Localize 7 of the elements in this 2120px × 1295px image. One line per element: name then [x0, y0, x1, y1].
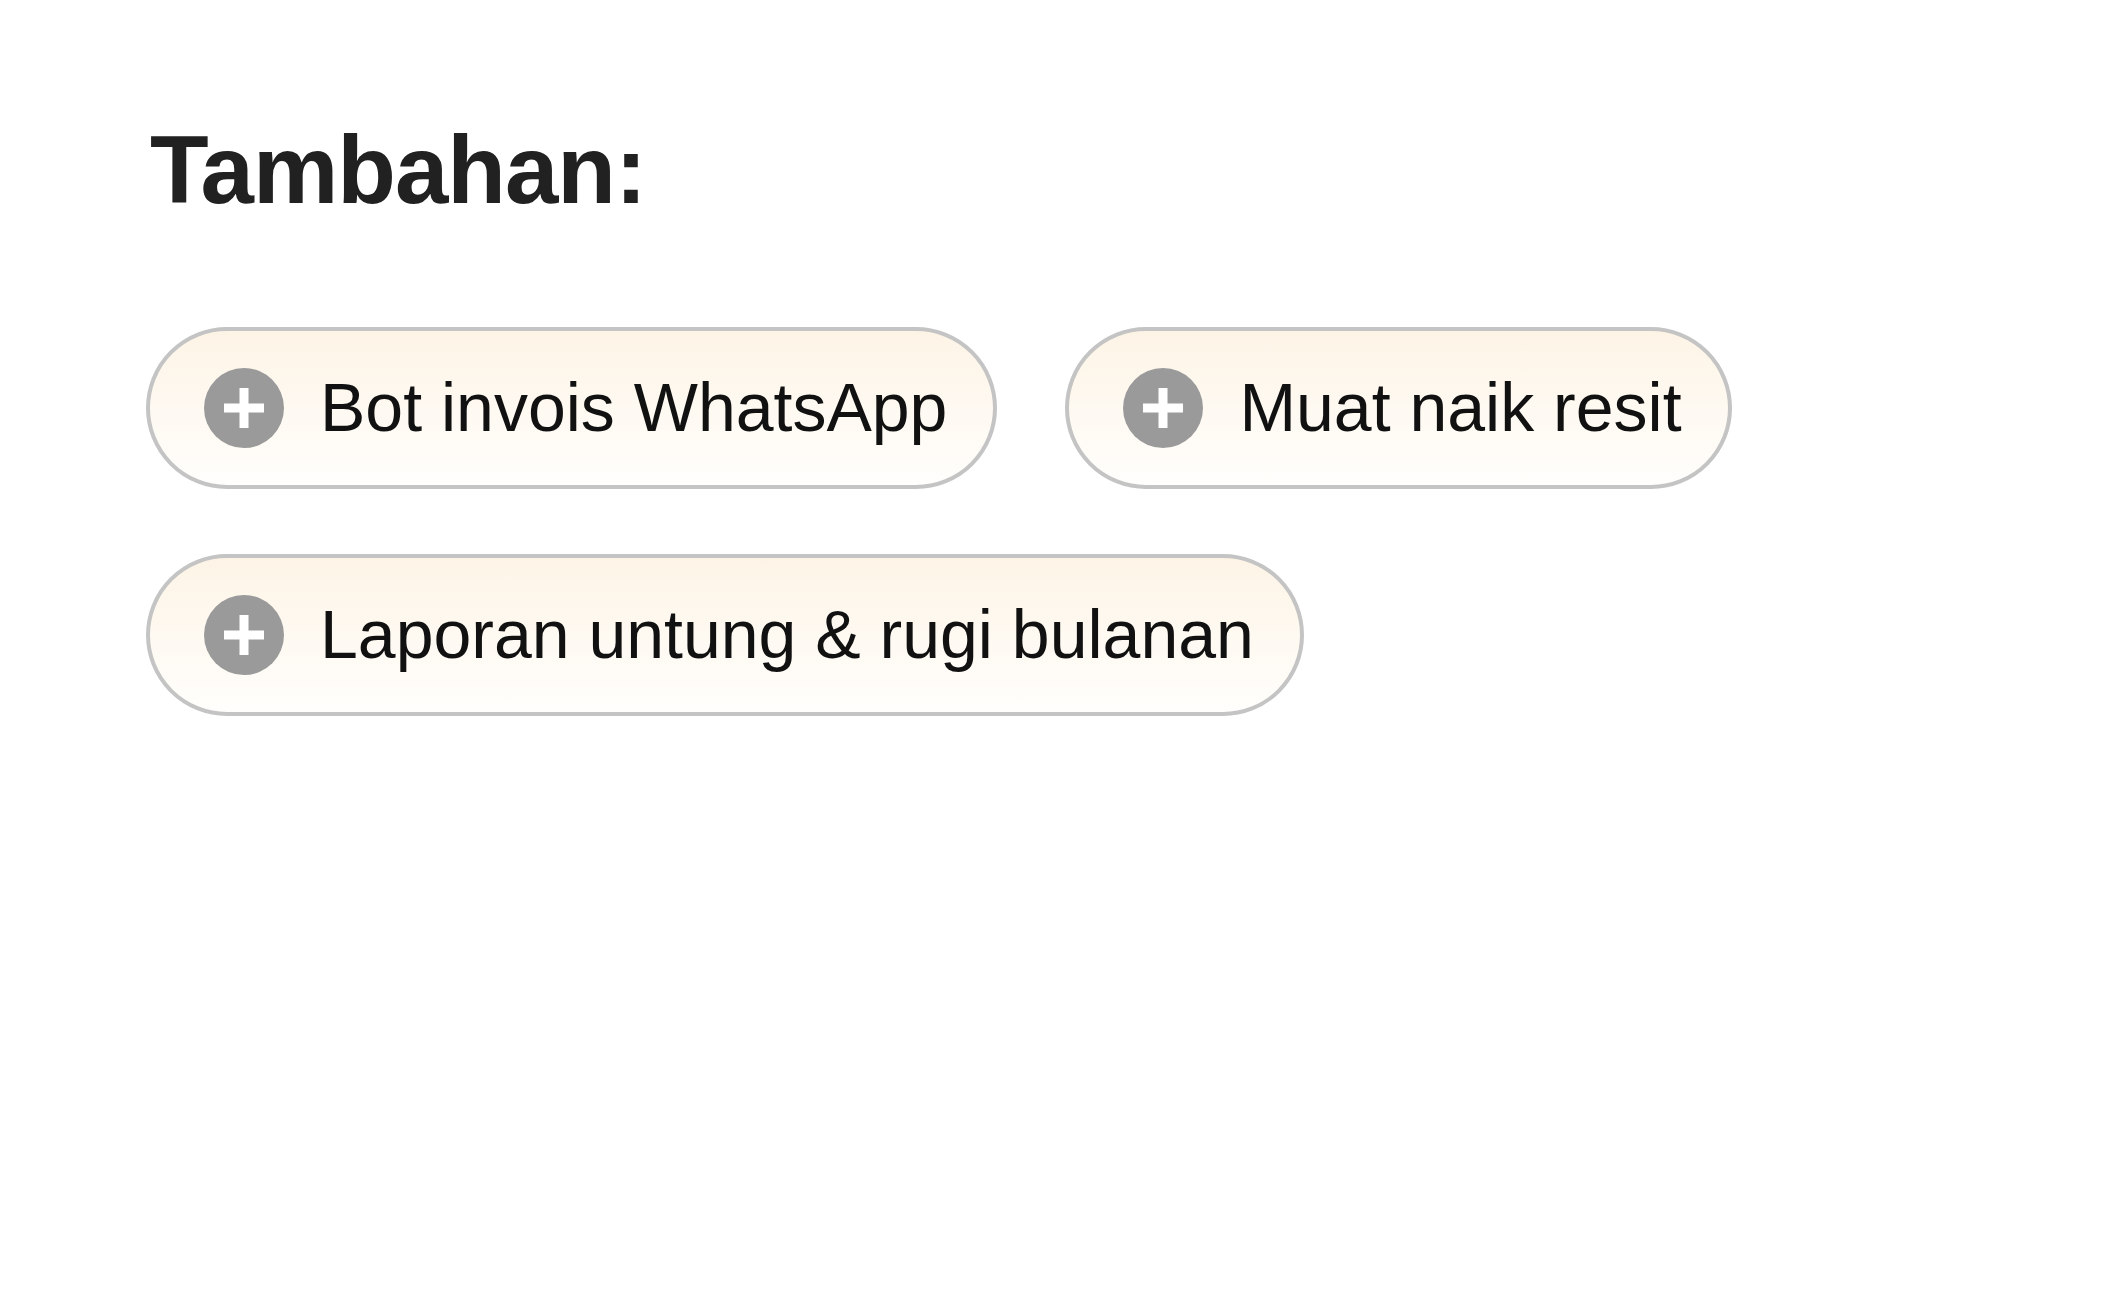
- add-on-button[interactable]: Laporan untung & rugi bulanan: [146, 554, 1304, 717]
- add-on-button[interactable]: Bot invois WhatsApp: [146, 327, 998, 490]
- add-on-button[interactable]: Muat naik resit: [1065, 327, 1732, 490]
- section-heading: Tambahan:: [150, 115, 647, 225]
- plus-icon: [204, 595, 284, 676]
- plus-icon: [204, 368, 284, 449]
- plus-icon: [1123, 368, 1204, 449]
